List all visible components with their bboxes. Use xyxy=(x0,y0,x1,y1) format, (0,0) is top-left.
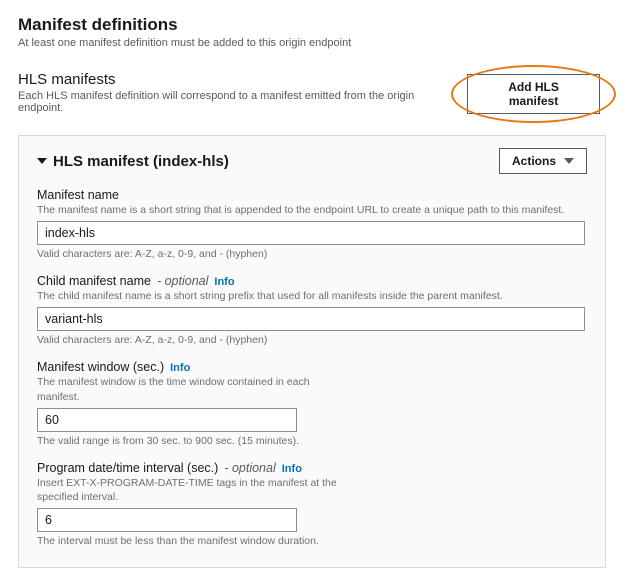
child-manifest-label: Child manifest name xyxy=(37,274,151,288)
pdt-interval-desc: Insert EXT-X-PROGRAM-DATE-TIME tags in t… xyxy=(37,476,357,504)
info-link[interactable]: Info xyxy=(170,362,190,374)
manifest-name-hint: Valid characters are: A-Z, a-z, 0-9, and… xyxy=(37,248,587,260)
add-hls-manifest-button[interactable]: Add HLS manifest xyxy=(467,74,600,114)
child-manifest-optional: - optional xyxy=(157,274,208,288)
actions-label: Actions xyxy=(512,154,556,168)
chevron-down-icon xyxy=(37,158,47,164)
chevron-down-icon xyxy=(564,158,574,164)
hls-manifests-heading: HLS manifests xyxy=(18,71,461,88)
pdt-interval-hint: The interval must be less than the manif… xyxy=(37,535,587,547)
page-title: Manifest definitions xyxy=(18,15,606,35)
manifest-window-hint: The valid range is from 30 sec. to 900 s… xyxy=(37,435,587,447)
pdt-interval-label: Program date/time interval (sec.) xyxy=(37,461,218,475)
info-link[interactable]: Info xyxy=(214,276,234,288)
pdt-interval-optional: - optional xyxy=(224,461,275,475)
child-manifest-hint: Valid characters are: A-Z, a-z, 0-9, and… xyxy=(37,334,587,346)
child-manifest-desc: The child manifest name is a short strin… xyxy=(37,289,587,303)
pdt-interval-input[interactable] xyxy=(37,508,297,532)
info-link[interactable]: Info xyxy=(282,463,302,475)
page-subtitle: At least one manifest definition must be… xyxy=(18,37,606,49)
hls-manifests-subtitle: Each HLS manifest definition will corres… xyxy=(18,90,461,114)
panel-toggle[interactable]: HLS manifest (index-hls) xyxy=(37,153,229,170)
manifest-window-desc: The manifest window is the time window c… xyxy=(37,375,337,403)
manifest-window-input[interactable] xyxy=(37,408,297,432)
hls-manifest-panel: HLS manifest (index-hls) Actions Manifes… xyxy=(18,135,606,568)
manifest-name-input[interactable] xyxy=(37,221,585,245)
manifest-name-desc: The manifest name is a short string that… xyxy=(37,203,587,217)
manifest-name-label: Manifest name xyxy=(37,188,119,202)
child-manifest-input[interactable] xyxy=(37,307,585,331)
panel-title-text: HLS manifest (index-hls) xyxy=(53,153,229,170)
manifest-window-label: Manifest window (sec.) xyxy=(37,360,164,374)
actions-button[interactable]: Actions xyxy=(499,148,587,174)
